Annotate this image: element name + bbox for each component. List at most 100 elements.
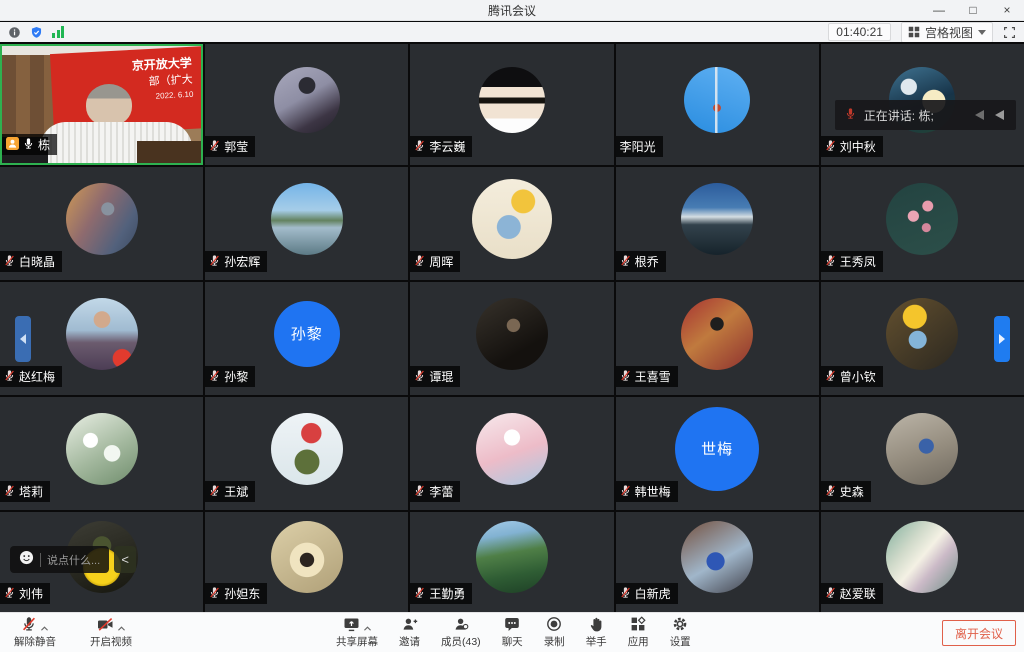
apps-button[interactable]: 应用 — [624, 617, 653, 648]
share-screen-label: 共享屏幕 — [336, 637, 378, 648]
participant-tile[interactable]: 曾小钦 — [821, 282, 1024, 395]
mic-muted-icon — [825, 254, 836, 270]
avatar — [681, 521, 753, 593]
participant-name: 谭琨 — [429, 368, 453, 385]
view-mode-selector[interactable]: 宫格视图 — [901, 22, 993, 43]
participant-name: 白新虎 — [635, 585, 671, 602]
avatar — [886, 413, 958, 485]
arrow-left-icon — [990, 108, 1006, 122]
chat-button[interactable]: 聊天 — [498, 617, 527, 648]
info-icon[interactable] — [8, 26, 21, 39]
participant-tile[interactable]: 孙黎 孙黎 — [205, 282, 408, 395]
avatar — [472, 179, 552, 259]
participant-tile[interactable]: 王秀凤 — [821, 167, 1024, 280]
fullscreen-icon[interactable] — [1003, 26, 1016, 39]
participant-label: 赵红梅 — [0, 366, 62, 387]
share-screen-button[interactable]: 共享屏幕 — [332, 617, 382, 648]
participant-tile[interactable]: 王喜雪 — [616, 282, 819, 395]
start-video-button[interactable]: 开启视频 — [86, 617, 136, 648]
scroll-left-button[interactable] — [15, 316, 31, 362]
chevron-up-icon[interactable] — [363, 624, 372, 635]
participant-label: 曾小钦 — [821, 366, 883, 387]
mic-muted-icon — [620, 484, 631, 500]
participant-label: 李阳光 — [616, 136, 663, 157]
participant-label: 刘中秋 — [821, 136, 883, 157]
chat-icon — [504, 616, 520, 635]
invite-button[interactable]: 邀请 — [395, 617, 424, 648]
participant-tile[interactable]: 王斌 — [205, 397, 408, 510]
participant-tile[interactable]: 李云巍 — [410, 44, 613, 165]
chevron-down-icon — [978, 30, 986, 35]
mic-muted-icon — [825, 586, 836, 602]
smiley-icon — [19, 550, 34, 570]
participant-tile[interactable]: 孙妲东 — [205, 512, 408, 612]
participant-tile[interactable]: 李蕾 — [410, 397, 613, 510]
participant-tile[interactable]: 赵红梅 — [0, 282, 203, 395]
participant-tile[interactable]: 周晖 — [410, 167, 613, 280]
speaking-toast: 正在讲话: 栋; — [835, 100, 1016, 130]
signal-icon[interactable] — [52, 26, 64, 38]
mic-on-icon — [23, 137, 34, 153]
raise-hand-button[interactable]: 举手 — [582, 617, 611, 648]
participant-tile[interactable]: 白新虎 — [616, 512, 819, 612]
chevron-up-icon[interactable] — [117, 624, 126, 635]
members-button[interactable]: 成员(43) — [437, 617, 485, 648]
arrow-left-icon — [970, 108, 986, 122]
apps-label: 应用 — [628, 637, 649, 648]
participant-label: 根乔 — [616, 251, 666, 272]
leave-meeting-button[interactable]: 离开会议 — [942, 620, 1016, 646]
participant-tile[interactable]: 塔莉 — [0, 397, 203, 510]
mic-muted-icon — [21, 616, 37, 635]
participant-tile[interactable]: 李阳光 — [616, 44, 819, 165]
host-badge-icon — [6, 137, 19, 153]
mic-muted-icon — [620, 586, 631, 602]
participant-label: 刘伟 — [0, 583, 50, 604]
invite-icon — [402, 616, 418, 635]
participant-tile[interactable]: 刘伟 说点什么... < — [0, 512, 203, 612]
participant-tile[interactable]: 孙宏辉 — [205, 167, 408, 280]
participant-tile[interactable]: 京开放大学 部（扩大 2022. 6.10 栋 — [0, 44, 203, 165]
scroll-right-icon — [999, 334, 1005, 344]
toast-reaction-icons — [970, 108, 1006, 122]
chat-input-pill[interactable]: 说点什么... — [10, 546, 109, 573]
settings-label: 设置 — [670, 637, 691, 648]
unmute-button[interactable]: 解除静音 — [10, 617, 60, 648]
mic-muted-icon — [414, 586, 425, 602]
avatar — [476, 298, 548, 370]
participant-name: 根乔 — [635, 253, 659, 270]
mic-muted-icon — [414, 254, 425, 270]
avatar — [271, 183, 343, 255]
participant-tile[interactable]: 根乔 — [616, 167, 819, 280]
avatar — [886, 521, 958, 593]
chevron-up-icon[interactable] — [40, 624, 49, 635]
participant-name: 李阳光 — [620, 138, 656, 155]
participant-tile[interactable]: 谭琨 — [410, 282, 613, 395]
participant-tile[interactable]: 史森 — [821, 397, 1024, 510]
participant-tile[interactable]: 白晓晶 — [0, 167, 203, 280]
tencent-meeting-window: 腾讯会议 — □ × 01:40:21 宫格视图 — [0, 0, 1024, 652]
share-screen-icon — [343, 616, 360, 635]
camera-off-icon — [97, 617, 114, 635]
shield-icon[interactable] — [30, 26, 43, 39]
participant-tile[interactable]: 世梅 韩世梅 — [616, 397, 819, 510]
participant-name: 王喜雪 — [635, 368, 671, 385]
participant-tile[interactable]: 王勤勇 — [410, 512, 613, 612]
scroll-right-button[interactable] — [994, 316, 1010, 362]
start-video-label: 开启视频 — [90, 637, 132, 648]
mic-muted-icon — [825, 139, 836, 155]
avatar — [476, 521, 548, 593]
participant-tile[interactable]: 郭莹 — [205, 44, 408, 165]
settings-button[interactable]: 设置 — [666, 617, 695, 648]
view-mode-label: 宫格视图 — [925, 24, 973, 41]
participant-tile[interactable]: 刘中秋 正在讲话: 栋; — [821, 44, 1024, 165]
participant-label: 王喜雪 — [616, 366, 678, 387]
participant-label: 白晓晶 — [0, 251, 62, 272]
participant-name: 周晖 — [429, 253, 453, 270]
chat-overlay: 说点什么... < — [10, 546, 136, 573]
chat-collapse-button[interactable]: < — [114, 546, 136, 573]
participant-tile[interactable]: 赵爱联 — [821, 512, 1024, 612]
participant-name: 赵爱联 — [840, 585, 876, 602]
record-label: 录制 — [544, 637, 565, 648]
participant-name: 赵红梅 — [19, 368, 55, 385]
record-button[interactable]: 录制 — [540, 617, 569, 648]
